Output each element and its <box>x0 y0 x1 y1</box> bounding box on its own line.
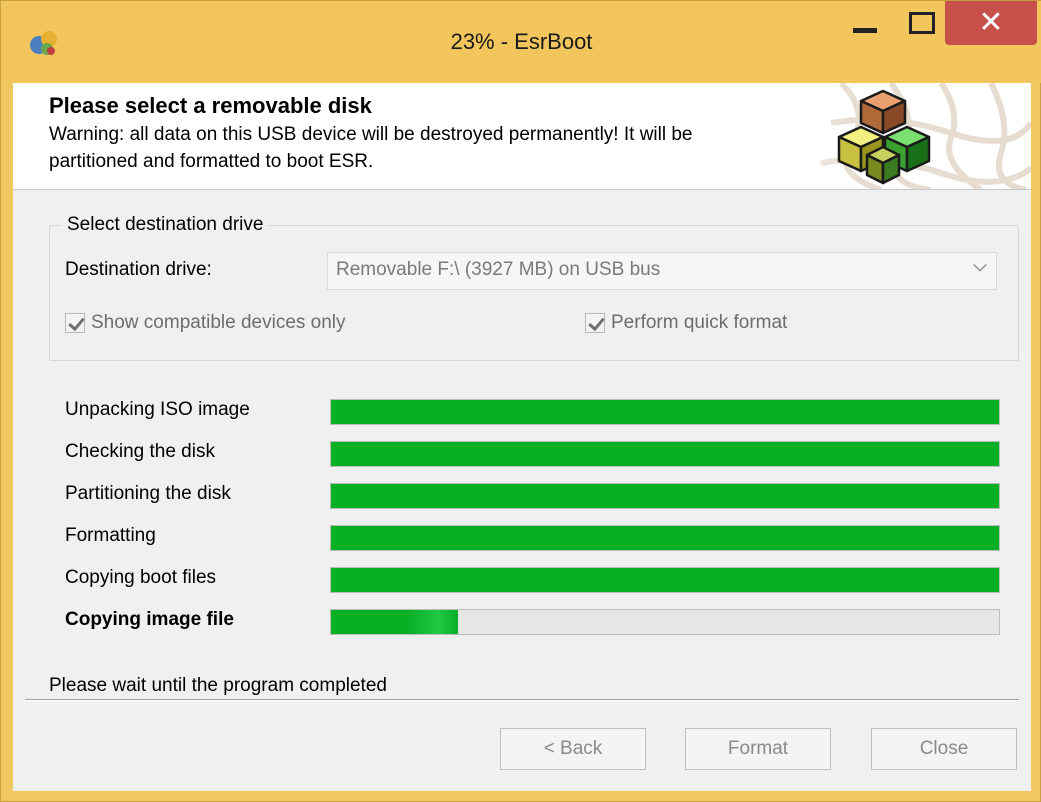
maximize-button[interactable] <box>896 1 948 45</box>
chevron-down-icon <box>973 258 987 272</box>
step-label-copying-image: Copying image file <box>65 609 234 630</box>
step-label-checking: Checking the disk <box>65 441 215 462</box>
destination-drive-value: Removable F:\ (3927 MB) on USB bus <box>336 259 661 280</box>
status-text: Please wait until the program completed <box>49 675 387 696</box>
progress-fill <box>331 400 999 424</box>
close-icon: ✕ <box>978 6 1004 39</box>
progress-bar-copying-boot <box>330 567 1000 593</box>
step-label-formatting: Formatting <box>65 525 156 546</box>
show-compatible-checkbox[interactable]: Show compatible devices only <box>65 312 346 334</box>
header-warning-text: Warning: all data on this USB device wil… <box>49 124 693 172</box>
show-compatible-label: Show compatible devices only <box>91 312 346 333</box>
app-window: 23% - EsrBoot ✕ Please select a removabl… <box>0 0 1041 802</box>
destination-drive-label: Destination drive: <box>65 259 212 280</box>
close-window-button[interactable]: ✕ <box>945 1 1037 45</box>
progress-fill <box>331 610 458 634</box>
progress-fill <box>331 568 999 592</box>
checkbox-checked-icon <box>65 313 85 333</box>
quick-format-checkbox[interactable]: Perform quick format <box>585 312 787 334</box>
minimize-button[interactable] <box>839 1 891 45</box>
quick-format-label: Perform quick format <box>611 312 788 333</box>
progress-fill <box>331 526 999 550</box>
back-button[interactable]: < Back <box>500 728 646 770</box>
progress-bar-unpacking <box>330 399 1000 425</box>
divider <box>25 699 1019 701</box>
progress-bar-partitioning <box>330 483 1000 509</box>
progress-bar-copying-image <box>330 609 1000 635</box>
destination-drive-select[interactable]: Removable F:\ (3927 MB) on USB bus <box>327 252 997 290</box>
destination-group-label: Select destination drive <box>61 214 270 236</box>
destination-group <box>49 225 1019 361</box>
format-button[interactable]: Format <box>685 728 831 770</box>
dialog-body: Please select a removable disk Warning: … <box>13 83 1031 791</box>
step-label-partitioning: Partitioning the disk <box>65 483 231 504</box>
cubes-logo-icon <box>837 89 931 185</box>
maximize-icon <box>909 12 935 34</box>
step-label-unpacking: Unpacking ISO image <box>65 399 250 420</box>
title-bar[interactable]: 23% - EsrBoot ✕ <box>1 1 1041 83</box>
header-title: Please select a removable disk <box>49 93 372 118</box>
close-button[interactable]: Close <box>871 728 1017 770</box>
progress-bar-checking <box>330 441 1000 467</box>
checkbox-checked-icon <box>585 313 605 333</box>
step-label-copying-boot: Copying boot files <box>65 567 217 588</box>
minimize-icon <box>853 27 877 33</box>
progress-fill <box>331 484 999 508</box>
wizard-header: Please select a removable disk Warning: … <box>13 83 1031 190</box>
progress-bar-formatting <box>330 525 1000 551</box>
progress-fill <box>331 442 999 466</box>
